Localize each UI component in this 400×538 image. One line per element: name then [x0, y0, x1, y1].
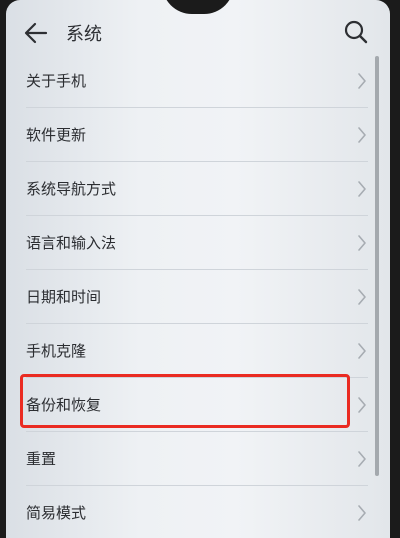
phone-frame: 系统 关于手机 软件更新 系统导航方式 语言和输入法 日期和时间 手机克隆 备份… — [0, 0, 400, 538]
chevron-right-icon — [358, 235, 366, 251]
arrow-left-icon — [24, 22, 48, 44]
menu-item-label: 语言和输入法 — [26, 234, 117, 252]
menu-item-label: 重置 — [26, 450, 57, 468]
chevron-right-icon — [358, 343, 366, 359]
menu-item-reset[interactable]: 重置 — [6, 432, 390, 486]
menu-item-software-update[interactable]: 软件更新 — [6, 108, 390, 162]
menu-item-date-time[interactable]: 日期和时间 — [6, 270, 390, 324]
menu-item-label: 手机克隆 — [26, 342, 87, 360]
menu-item-label: 日期和时间 — [26, 288, 102, 306]
chevron-right-icon — [358, 127, 366, 143]
menu-item-label: 关于手机 — [26, 72, 87, 90]
chevron-right-icon — [358, 181, 366, 197]
chevron-right-icon — [358, 73, 366, 89]
search-icon — [344, 20, 368, 44]
menu-item-simple-mode[interactable]: 简易模式 — [6, 486, 390, 538]
back-button[interactable] — [22, 20, 50, 46]
highlight-box — [20, 374, 350, 428]
settings-list: 关于手机 软件更新 系统导航方式 语言和输入法 日期和时间 手机克隆 备份和恢复… — [6, 54, 390, 538]
menu-item-label: 软件更新 — [26, 126, 87, 144]
chevron-right-icon — [358, 397, 366, 413]
system-settings-screen: 系统 关于手机 软件更新 系统导航方式 语言和输入法 日期和时间 手机克隆 备份… — [6, 0, 390, 538]
chevron-right-icon — [358, 451, 366, 467]
menu-item-label: 系统导航方式 — [26, 180, 117, 198]
menu-item-about-phone[interactable]: 关于手机 — [6, 54, 390, 108]
chevron-right-icon — [358, 505, 366, 521]
page-title: 系统 — [66, 24, 102, 45]
menu-item-language-input[interactable]: 语言和输入法 — [6, 216, 390, 270]
menu-item-label: 简易模式 — [26, 504, 87, 522]
menu-item-navigation-mode[interactable]: 系统导航方式 — [6, 162, 390, 216]
chevron-right-icon — [358, 289, 366, 305]
scrollbar[interactable] — [375, 56, 379, 476]
search-button[interactable] — [342, 18, 370, 46]
menu-item-phone-clone[interactable]: 手机克隆 — [6, 324, 390, 378]
